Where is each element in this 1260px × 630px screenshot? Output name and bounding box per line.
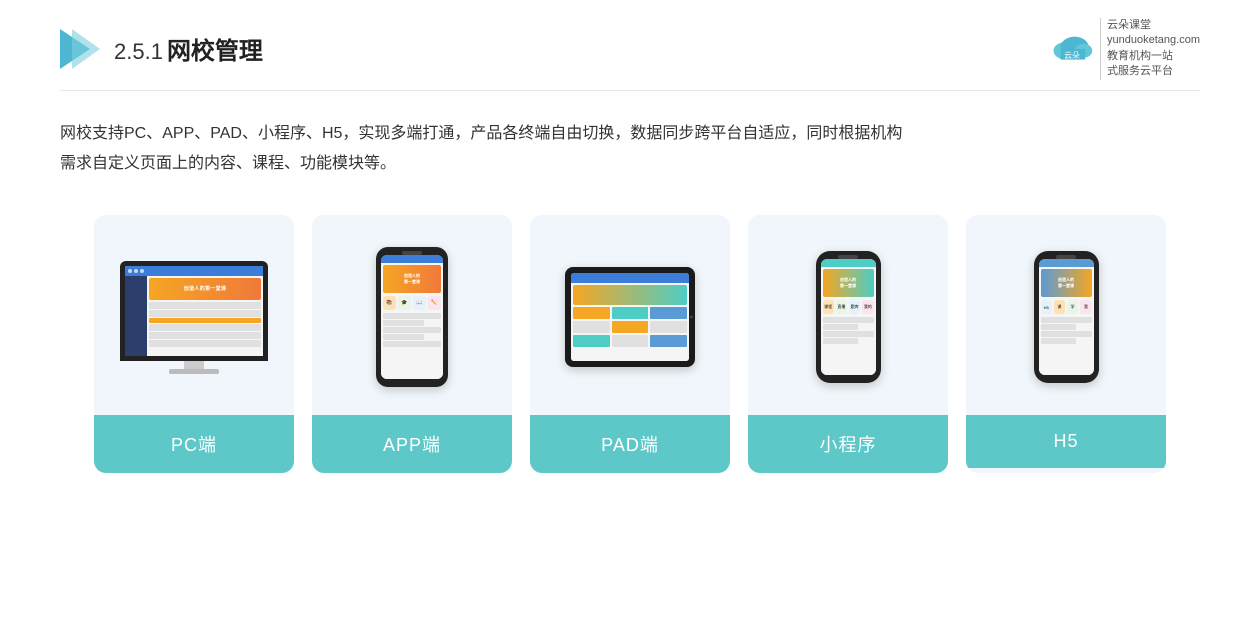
brand-text: 云朵课堂 yunduoketang.com 教育机构一站 式服务云平台 [1100,18,1200,80]
card-pad-label: PAD端 [530,415,730,473]
card-miniprogram: 创造人的第一堂课 课程 直播 题库 我的 [748,215,948,473]
card-pc-label: PC端 [94,415,294,473]
logo-arrow-icon [60,29,100,69]
card-h5-image: 创造人的第一堂课 H5 课 学 我 [966,215,1166,415]
card-miniprogram-label: 小程序 [748,415,948,473]
card-miniprogram-image: 创造人的第一堂课 课程 直播 题库 我的 [748,215,948,415]
brand-logo: 云朵 云朵课堂 yunduoketang.com 教育机构一站 式服务云平台 [1050,18,1200,80]
title-section: 2.5.1 网校管理 [114,31,263,66]
title-number: 2.5.1 [114,39,163,65]
header: 2.5.1 网校管理 云朵 云朵课堂 yunduoketang.com [60,0,1200,91]
main-page: 2.5.1 网校管理 云朵 云朵课堂 yunduoketang.com [0,0,1260,630]
header-right: 云朵 云朵课堂 yunduoketang.com 教育机构一站 式服务云平台 [1050,18,1200,80]
card-pc: 创造人的第一堂课 [94,215,294,473]
card-h5: 创造人的第一堂课 H5 课 学 我 [966,215,1166,473]
tablet-mockup [565,267,695,367]
header-left: 2.5.1 网校管理 [60,29,263,69]
phone-mockup-mini: 创造人的第一堂课 课程 直播 题库 我的 [816,251,881,383]
phone-mockup-h5: 创造人的第一堂课 H5 课 学 我 [1034,251,1099,383]
description-line2: 需求自定义页面上的内容、课程、功能模块等。 [60,149,1200,179]
brand-website: yunduoketang.com [1107,33,1200,48]
brand-tagline: 教育机构一站 式服务云平台 [1107,49,1200,80]
brand-name: 云朵课堂 [1107,18,1200,33]
description-block: 网校支持PC、APP、PAD、小程序、H5，实现多端打通，产品各终端自由切换，数… [60,119,1200,180]
phone-mockup-app: 创造人的第一堂课 📚 🎓 📖 ✏️ [376,247,448,387]
page-title: 网校管理 [167,31,263,66]
card-app: 创造人的第一堂课 📚 🎓 📖 ✏️ [312,215,512,473]
card-app-label: APP端 [312,415,512,473]
monitor-mockup: 创造人的第一堂课 [120,261,268,374]
card-pad-image [530,215,730,415]
card-app-image: 创造人的第一堂课 📚 🎓 📖 ✏️ [312,215,512,415]
svg-text:云朵: 云朵 [1064,51,1080,60]
card-pc-image: 创造人的第一堂课 [94,215,294,415]
brand-icon: 云朵 [1050,30,1094,68]
card-h5-label: H5 [966,415,1166,468]
card-pad: PAD端 [530,215,730,473]
description-line1: 网校支持PC、APP、PAD、小程序、H5，实现多端打通，产品各终端自由切换，数… [60,119,1200,149]
platform-cards: 创造人的第一堂课 [60,215,1200,473]
